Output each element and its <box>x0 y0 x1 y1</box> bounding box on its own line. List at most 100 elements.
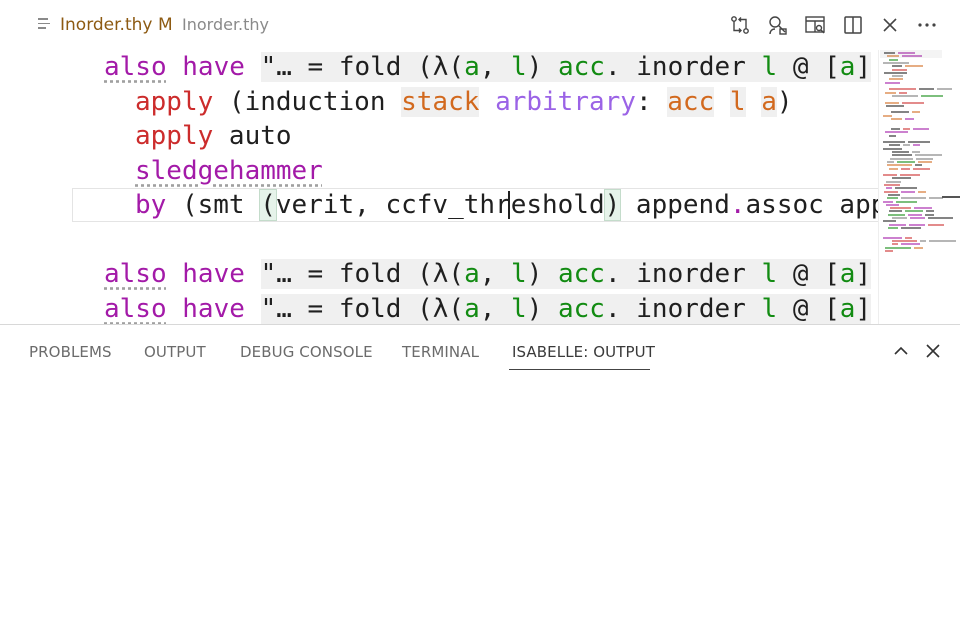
variable: a <box>840 52 856 82</box>
minimap-line <box>909 224 925 226</box>
minimap-line <box>884 184 900 186</box>
minimap-line <box>903 144 910 146</box>
minimap-line <box>892 177 911 179</box>
close-icon[interactable] <box>878 13 902 37</box>
close-icon[interactable] <box>922 340 944 362</box>
minimap-line <box>883 115 892 117</box>
minimap-line <box>910 217 925 219</box>
minimap-line <box>885 102 899 104</box>
code-editor[interactable]: also have "… = fold (λ(a, l) acc. inorde… <box>0 50 878 324</box>
minimap-line <box>886 181 901 183</box>
variable: acc <box>558 52 605 82</box>
code-line[interactable]: by (smt (verit, ccfv_threshold) append.a… <box>135 188 878 222</box>
code-text: ) <box>777 87 793 117</box>
minimap-line <box>884 72 907 74</box>
skolem-term: stack <box>401 87 479 117</box>
bottom-panel: PROBLEMS OUTPUT DEBUG CONSOLE TERMINAL I… <box>0 324 960 641</box>
file-lines-icon <box>38 18 52 30</box>
tab-debug-console[interactable]: DEBUG CONSOLE <box>240 343 373 361</box>
minimap-line <box>883 220 896 222</box>
tab-filename[interactable]: Inorder.thy <box>60 15 152 35</box>
code-text: . inorder <box>605 294 762 324</box>
command-sledgehammer: sledgehammer <box>135 156 323 186</box>
tab-terminal[interactable]: TERMINAL <box>402 343 479 361</box>
search-person-icon[interactable] <box>765 13 789 37</box>
code-text: append <box>620 190 730 220</box>
minimap-line <box>883 141 905 143</box>
minimap-line <box>920 240 926 242</box>
command-apply: apply <box>135 121 213 151</box>
code-text: auto <box>213 121 291 151</box>
keyword-have: have <box>182 259 245 289</box>
minimap-line <box>892 240 917 242</box>
modified-badge: M <box>158 15 173 35</box>
minimap-line <box>883 148 902 150</box>
variable: l <box>762 52 778 82</box>
text-cursor <box>508 191 510 219</box>
code-line[interactable]: apply (induction stack arbitrary: acc l … <box>135 85 793 119</box>
minimap-line <box>901 197 926 199</box>
minimap-line <box>895 187 917 189</box>
minimap-line <box>892 75 903 77</box>
minimap-line <box>888 194 900 196</box>
code-line[interactable]: also have "… = fold (λ(a, l) acc. inorde… <box>104 50 871 84</box>
code-line[interactable]: sledgehammer <box>135 154 323 188</box>
more-actions-icon[interactable] <box>915 13 939 37</box>
preview-icon[interactable] <box>803 13 827 37</box>
minimap-line <box>929 240 956 242</box>
variable: a <box>840 294 856 324</box>
minimap-line <box>901 191 915 193</box>
chevron-up-icon[interactable] <box>890 340 912 362</box>
tab-problems[interactable]: PROBLEMS <box>29 343 112 361</box>
minimap-line <box>892 217 907 219</box>
minimap[interactable] <box>878 50 960 324</box>
scrollbar-thumb[interactable] <box>942 196 960 198</box>
minimap-line <box>885 131 908 133</box>
attribute-keyword: arbitrary <box>495 87 636 117</box>
minimap-line <box>903 128 910 130</box>
variable: a <box>840 259 856 289</box>
code-text: ] <box>855 52 871 82</box>
minimap-line <box>883 201 893 203</box>
code-line[interactable]: also have "… = fold (λ(a, l) acc. inorde… <box>104 292 871 324</box>
variable: a <box>464 52 480 82</box>
variable: a <box>464 259 480 289</box>
minimap-line <box>892 243 898 245</box>
code-text: "… = fold (λ( <box>261 259 465 289</box>
minimap-line <box>925 214 934 216</box>
minimap-line <box>914 247 923 249</box>
code-text <box>714 87 730 117</box>
code-line[interactable]: apply auto <box>135 119 292 153</box>
minimap-line <box>889 78 903 80</box>
code-text: , <box>480 52 511 82</box>
minimap-line <box>913 168 930 170</box>
tab-output[interactable]: OUTPUT <box>144 343 206 361</box>
tab-isabelle-output[interactable]: ISABELLE: OUTPUT <box>512 343 655 361</box>
minimap-line <box>914 207 932 209</box>
split-editor-icon[interactable] <box>841 13 865 37</box>
minimap-viewport[interactable] <box>880 50 942 58</box>
code-line[interactable]: also have "… = fold (λ(a, l) acc. inorde… <box>104 257 871 291</box>
minimap-line <box>889 59 898 61</box>
minimap-line <box>892 154 912 156</box>
minimap-line <box>885 82 900 84</box>
keyword-also: also <box>104 294 167 324</box>
minimap-line <box>889 144 900 146</box>
keyword-also: also <box>104 259 167 289</box>
variable: l <box>511 259 527 289</box>
breadcrumb[interactable]: Inorder.thy <box>182 15 269 34</box>
minimap-line <box>908 214 922 216</box>
code-text: assoc app <box>746 190 878 220</box>
compare-changes-icon[interactable] <box>728 13 752 37</box>
code-text: ] <box>855 259 871 289</box>
minimap-line <box>901 168 910 170</box>
minimap-line <box>905 237 912 239</box>
minimap-line <box>883 62 909 64</box>
keyword-also: also <box>104 52 167 82</box>
minimap-line <box>890 207 911 209</box>
minimap-line <box>919 88 934 90</box>
variable: l <box>511 52 527 82</box>
minimap-line <box>892 151 909 153</box>
minimap-line <box>883 237 902 239</box>
variable: acc <box>558 294 605 324</box>
